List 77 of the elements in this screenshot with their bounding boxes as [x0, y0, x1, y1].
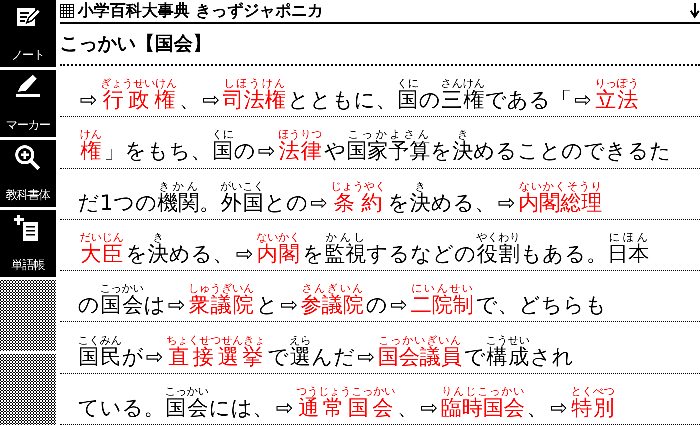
body-text: ている。 — [78, 396, 165, 420]
body-text: んだ — [312, 346, 356, 369]
body-text: 構成 こうせい — [486, 334, 530, 369]
body-text: 国会 こっかい — [165, 386, 209, 420]
term-link[interactable]: ⇨臨時国会 りんじこっかい — [420, 386, 526, 420]
body-text: めることのできるた — [474, 140, 672, 164]
body-text: を — [126, 243, 148, 266]
term-link[interactable]: ⇨特別 とくべつ — [550, 386, 615, 420]
body-text: 機関 きかん — [157, 180, 200, 215]
body-text: や — [324, 140, 347, 164]
body-text: 、 — [180, 89, 201, 112]
body-text: める、 — [430, 192, 496, 215]
body-text: 国家予算 こっかよさん — [346, 129, 431, 164]
body-text: が — [122, 346, 144, 369]
term-link[interactable]: ⇨国会議員 こっかいぎいん — [358, 334, 462, 369]
body-text: 。 — [199, 192, 220, 215]
term-link[interactable]: ⇨参議院 さんぎいん — [280, 283, 364, 318]
body-text: は — [144, 294, 166, 318]
body-text: 国 くに — [397, 78, 420, 112]
term-link[interactable]: ⇨条約 じょうやく — [310, 180, 386, 215]
body-text: するなどの — [366, 243, 477, 266]
term-link[interactable]: ⇨行政権 ぎょうせいけん — [80, 78, 178, 112]
body-text: 監視 かんし — [324, 232, 367, 266]
down-arrow-icon[interactable] — [690, 3, 700, 19]
body-text: 、 — [398, 396, 419, 420]
body-text: 日本 にほん — [608, 232, 650, 266]
body-text: の — [366, 294, 388, 318]
term-link[interactable]: ⇨立法 りっぽう — [574, 78, 639, 112]
body-text: 、 — [527, 396, 548, 420]
body-text: もある。 — [520, 243, 608, 266]
body-text: 国民 こくみん — [78, 334, 122, 369]
body-text: 選 えら — [290, 334, 312, 369]
body-text: され — [530, 346, 574, 369]
body-text: 外国 がいこく — [220, 180, 264, 215]
body-text: 三権 さんけん — [441, 78, 486, 112]
term-link[interactable]: ⇨直接選挙 ちょくせつせんきょ — [146, 334, 266, 369]
body-text: の — [78, 294, 100, 318]
term-link[interactable]: ⇨内閣 ないかく — [236, 232, 301, 266]
grid-icon — [60, 4, 74, 18]
body-text: 国会 こっかい — [100, 283, 144, 318]
body-text: とともに、 — [288, 89, 398, 112]
term-link[interactable]: ⇨衆議院 しゅうぎいん — [168, 283, 255, 318]
body-text: だ1つの — [78, 192, 158, 215]
term-link[interactable]: 大臣 だいじん — [80, 232, 124, 266]
body-text: 役割 やくわり — [476, 232, 521, 266]
sidebar-button[interactable]: 単語帳 — [0, 210, 56, 277]
body-text: で — [268, 346, 290, 369]
body-text: 決 き — [410, 180, 431, 215]
body-text: を — [388, 192, 410, 215]
body-text: で、どちらも — [476, 294, 607, 318]
term-link[interactable]: ⇨通常国会 つうじょうこっかい — [276, 386, 396, 420]
sidebar-button[interactable]: 教科書体 — [0, 140, 56, 207]
body-text: である「 — [485, 89, 572, 112]
zoom-in-icon — [14, 144, 42, 172]
body-text: の — [419, 89, 442, 112]
body-text: の — [234, 140, 256, 164]
term-link[interactable]: ⇨二院制 にいんせい — [390, 283, 474, 318]
body-text: を — [302, 243, 325, 266]
body-text: める、 — [169, 243, 234, 266]
body-text: と — [256, 294, 279, 318]
body-text: との — [264, 192, 308, 215]
body-text: 」をもち、 — [104, 140, 212, 164]
body-text: で — [464, 346, 486, 369]
entry-heading: こっかい【国会】 — [60, 32, 212, 57]
term-link[interactable]: ⇨司法権 しほうけん — [202, 78, 286, 112]
body-text: には、 — [209, 396, 274, 420]
term-link[interactable]: 権 けん — [80, 129, 102, 164]
term-link[interactable]: ⇨内閣総理 ないかくそうり — [498, 180, 603, 215]
sidebar-button[interactable]: マーカー — [0, 70, 56, 137]
body-text: を — [430, 140, 453, 164]
body-text: 国 くに — [212, 129, 234, 164]
body-text: 決 き — [148, 232, 169, 266]
term-link[interactable]: ⇨法律 ほうりつ — [258, 129, 323, 164]
body-text: 決 き — [452, 129, 474, 164]
sidebar-button[interactable]: ノート — [0, 0, 56, 67]
marker-pen-icon — [14, 74, 42, 98]
window-title: 小学百科大事典 きっずジャポニカ — [78, 0, 325, 22]
